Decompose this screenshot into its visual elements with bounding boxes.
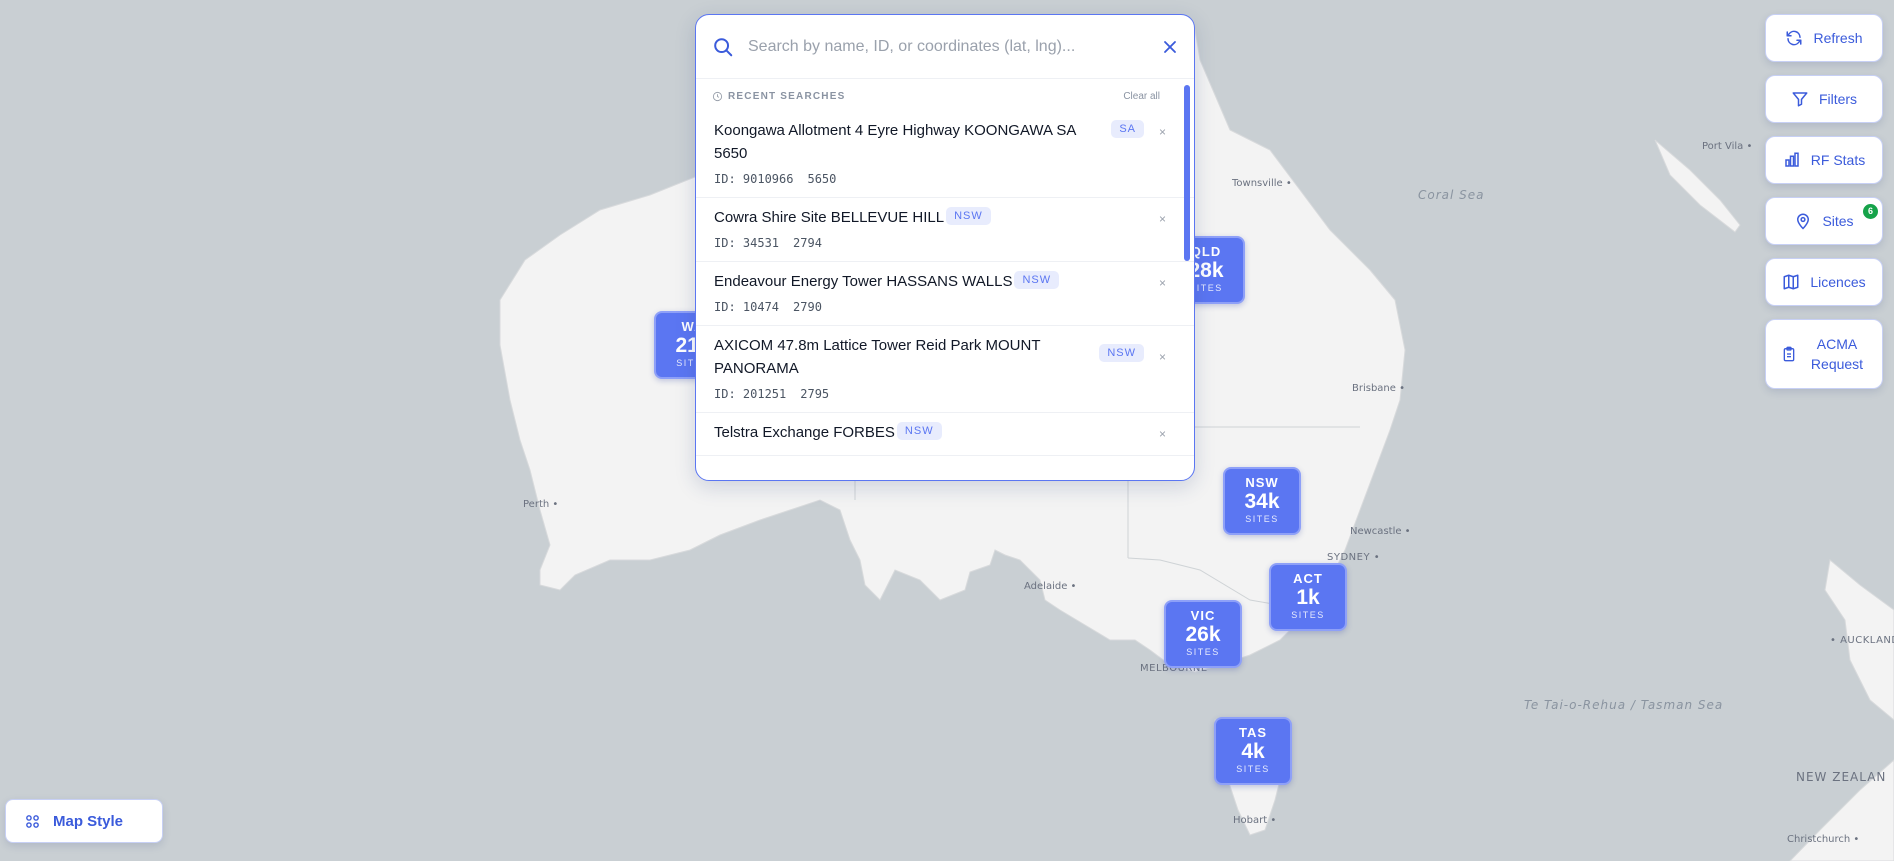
scrollbar-thumb[interactable] bbox=[1184, 85, 1190, 261]
cluster-label: SITES bbox=[1236, 764, 1270, 774]
map-label-coral-sea: Coral Sea bbox=[1418, 188, 1485, 202]
filters-label: Filters bbox=[1818, 91, 1858, 107]
recent-search-item[interactable]: AXICOM 47.8m Lattice Tower Reid Park MOU… bbox=[696, 326, 1194, 413]
cluster-nsw[interactable]: NSW 34k SITES bbox=[1223, 467, 1301, 535]
remove-search-button[interactable]: × bbox=[1159, 427, 1166, 441]
cluster-count: 34k bbox=[1244, 490, 1280, 513]
recent-search-item[interactable]: Koongawa Allotment 4 Eyre Highway KOONGA… bbox=[696, 111, 1194, 198]
filters-button[interactable]: Filters bbox=[1765, 75, 1883, 123]
sites-label: Sites bbox=[1822, 213, 1854, 229]
remove-search-button[interactable]: × bbox=[1159, 125, 1166, 139]
cluster-tas[interactable]: TAS 4k SITES bbox=[1214, 717, 1292, 785]
map-label-tasman-sea: Te Tai-o-Rehua / Tasman Sea bbox=[1524, 699, 1722, 712]
recent-search-item[interactable]: Cowra Shire Site BELLEVUE HILL NSW ID: 3… bbox=[696, 198, 1194, 262]
site-id: ID: 34531 bbox=[714, 236, 780, 250]
sites-button[interactable]: Sites 6 bbox=[1765, 197, 1883, 245]
map-style-button[interactable]: Map Style bbox=[5, 799, 163, 843]
bar-chart-icon bbox=[1785, 152, 1799, 167]
recent-search-item[interactable]: Endeavour Energy Tower HASSANS WALLS NSW… bbox=[696, 262, 1194, 326]
search-icon bbox=[714, 37, 733, 56]
map-label-hobart: Hobart • bbox=[1233, 815, 1277, 826]
cluster-count: 26k bbox=[1185, 623, 1221, 646]
recent-search-meta: ID: 201251 2795 bbox=[714, 387, 1144, 401]
close-icon[interactable] bbox=[1160, 37, 1180, 57]
cluster-state: TAS bbox=[1238, 725, 1268, 740]
postcode: 5650 bbox=[807, 172, 837, 186]
licences-button[interactable]: Licences bbox=[1765, 258, 1883, 306]
map-label-perth: Perth • bbox=[523, 499, 559, 510]
remove-search-button[interactable]: × bbox=[1159, 276, 1166, 290]
postcode: 2790 bbox=[793, 300, 822, 314]
postcode: 2794 bbox=[793, 236, 822, 250]
clipboard-icon bbox=[1783, 346, 1795, 362]
state-badge: NSW bbox=[946, 207, 991, 225]
remove-search-button[interactable]: × bbox=[1159, 350, 1166, 364]
recent-search-name: Cowra Shire Site BELLEVUE HILL bbox=[714, 209, 945, 226]
recent-search-name: Telstra Exchange FORBES bbox=[714, 424, 895, 441]
filter-icon bbox=[1792, 92, 1808, 107]
rf-stats-button[interactable]: RF Stats bbox=[1765, 136, 1883, 184]
recent-search-meta: ID: 9010966 5650 bbox=[714, 172, 1144, 186]
cluster-state: ACT bbox=[1293, 571, 1323, 586]
site-id: ID: 10474 bbox=[714, 300, 780, 314]
cluster-label: SITES bbox=[1186, 647, 1220, 657]
map-book-icon bbox=[1783, 274, 1799, 290]
refresh-label: Refresh bbox=[1813, 30, 1863, 46]
cluster-label: SITES bbox=[1245, 514, 1279, 524]
state-badge: NSW bbox=[1099, 344, 1144, 362]
search-input[interactable] bbox=[748, 37, 1160, 56]
layers-grid-icon bbox=[26, 814, 39, 828]
acma-request-button[interactable]: ACMA Request bbox=[1765, 319, 1883, 389]
cluster-state: VIC bbox=[1190, 608, 1216, 623]
clock-icon bbox=[712, 91, 723, 101]
recent-search-meta: ID: 10474 2790 bbox=[714, 300, 1144, 314]
search-results[interactable]: RECENT SEARCHES Clear all Koongawa Allot… bbox=[696, 81, 1194, 480]
recent-search-name: Endeavour Energy Tower HASSANS WALLS bbox=[714, 273, 1013, 290]
state-badge: NSW bbox=[1014, 271, 1060, 289]
recent-searches-title: RECENT SEARCHES bbox=[712, 91, 845, 102]
map-label-christchurch: Christchurch • bbox=[1787, 834, 1860, 845]
map-label-sydney: SYDNEY • bbox=[1327, 552, 1381, 563]
recent-searches-label: RECENT SEARCHES bbox=[728, 90, 846, 102]
cluster-count: 1k bbox=[1296, 586, 1320, 609]
postcode: 2795 bbox=[800, 387, 830, 401]
cluster-act[interactable]: ACT 1k SITES bbox=[1269, 563, 1347, 631]
cluster-label: SITES bbox=[1291, 610, 1325, 620]
map-label-port-vila: Port Vila • bbox=[1702, 141, 1753, 152]
site-id: ID: 201251 bbox=[714, 387, 787, 401]
map-label-adelaide: Adelaide • bbox=[1024, 581, 1077, 592]
map-label-new-zealand: NEW ZEALAN bbox=[1796, 770, 1887, 784]
state-badge: SA bbox=[1111, 120, 1144, 138]
cluster-vic[interactable]: VIC 26k SITES bbox=[1164, 600, 1242, 668]
acma-request-label: ACMA Request bbox=[1810, 336, 1864, 372]
recent-search-name: AXICOM 47.8m Lattice Tower Reid Park MOU… bbox=[714, 337, 1041, 377]
refresh-button[interactable]: Refresh bbox=[1765, 14, 1883, 62]
location-pin-icon bbox=[1797, 213, 1810, 230]
licences-label: Licences bbox=[1810, 274, 1866, 290]
recent-search-meta: ID: 34531 2794 bbox=[714, 236, 1144, 250]
search-bar bbox=[696, 15, 1194, 79]
map-label-brisbane: Brisbane • bbox=[1352, 383, 1406, 394]
refresh-icon bbox=[1786, 30, 1802, 46]
search-panel: RECENT SEARCHES Clear all Koongawa Allot… bbox=[695, 14, 1195, 481]
recent-search-name: Koongawa Allotment 4 Eyre Highway KOONGA… bbox=[714, 122, 1076, 162]
sites-count-badge: 6 bbox=[1863, 204, 1878, 219]
map-label-townsville: Townsville • bbox=[1232, 178, 1292, 189]
site-id: ID: 9010966 bbox=[714, 172, 794, 186]
cluster-count: 4k bbox=[1241, 740, 1265, 763]
map-label-auckland: • AUCKLAND bbox=[1830, 635, 1894, 646]
recent-search-item[interactable]: Telstra Exchange FORBES NSW × bbox=[696, 413, 1194, 456]
recent-searches-header: RECENT SEARCHES Clear all bbox=[696, 81, 1194, 111]
rf-stats-label: RF Stats bbox=[1810, 152, 1866, 168]
state-badge: NSW bbox=[896, 422, 942, 440]
remove-search-button[interactable]: × bbox=[1159, 212, 1166, 226]
cluster-state: NSW bbox=[1245, 475, 1279, 490]
clear-all-button[interactable]: Clear all bbox=[1123, 91, 1160, 102]
map-style-label: Map Style bbox=[53, 812, 124, 830]
map-label-newcastle: Newcastle • bbox=[1350, 526, 1411, 537]
